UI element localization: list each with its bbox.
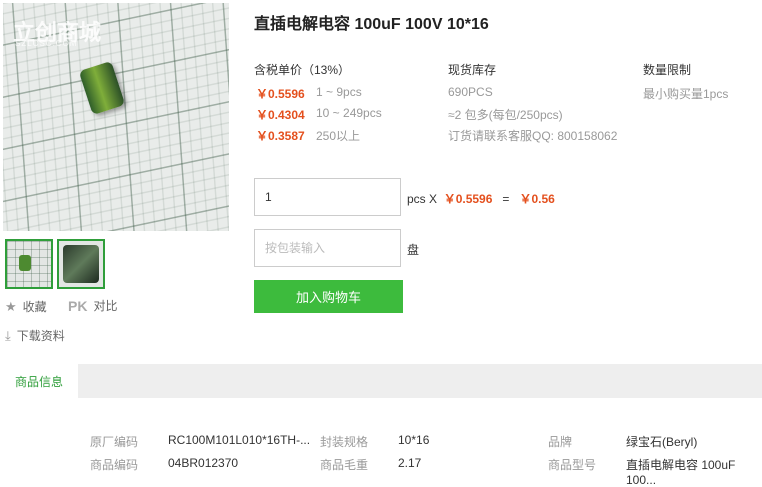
info-value: 04BR012370 xyxy=(168,456,239,470)
thumbnail-capacitor xyxy=(19,255,31,271)
stock-amount: 690PCS xyxy=(448,85,493,99)
tier-1-price: ￥0.5596 xyxy=(256,87,305,101)
star-icon: ★ xyxy=(5,298,17,314)
download-icon: ⤓ xyxy=(5,327,11,343)
info-value: 绿宝石(Beryl) xyxy=(626,435,698,449)
stock-packs: ≈2 包多(每包/250pcs) xyxy=(448,108,563,122)
watermark-subtitle: SZLCSC.COM xyxy=(15,39,78,48)
info-label: 封装规格 xyxy=(320,435,369,449)
quantity-input[interactable] xyxy=(254,178,401,216)
favorite-button[interactable]: ★ 收藏 xyxy=(5,298,47,315)
compare-label: 对比 xyxy=(93,299,118,313)
pack-input[interactable] xyxy=(254,229,401,267)
favorite-label: 收藏 xyxy=(22,300,47,314)
tier-3-price: ￥0.3587 xyxy=(256,129,305,143)
info-label: 商品编码 xyxy=(90,458,139,472)
total-price: ￥0.56 xyxy=(519,192,555,206)
info-label: 商品型号 xyxy=(548,458,597,472)
tier-3-qty: 250以上 xyxy=(316,129,361,143)
info-value: RC100M101L010*16TH-... xyxy=(168,433,311,447)
tier-2-qty: 10 ~ 249pcs xyxy=(316,106,382,120)
stock-header: 现货库存 xyxy=(448,63,497,77)
info-label: 原厂编码 xyxy=(90,435,139,449)
add-to-cart-button[interactable]: 加入购物车 xyxy=(254,280,403,313)
info-value: 10*16 xyxy=(398,433,430,447)
stock-contact: 订货请联系客服QQ: 800158062 xyxy=(448,129,618,143)
info-value: 2.17 xyxy=(398,456,422,470)
download-button[interactable]: ⤓ 下载资料 xyxy=(5,327,65,344)
tier-2-price: ￥0.4304 xyxy=(256,108,305,122)
thumbnail-package xyxy=(63,245,99,283)
info-label: 商品毛重 xyxy=(320,458,369,472)
unit-label: pcs X xyxy=(407,192,438,206)
purchase-limit: 最小购买量1pcs xyxy=(643,87,729,101)
price-calculation: pcs X ￥0.5596 = ￥0.56 xyxy=(407,190,555,207)
product-title: 直插电解电容 100uF 100V 10*16 xyxy=(254,16,489,33)
equals-sign: = xyxy=(502,192,510,206)
info-label: 品牌 xyxy=(548,435,573,449)
limit-header: 数量限制 xyxy=(643,63,692,77)
tier-1-qty: 1 ~ 9pcs xyxy=(316,85,362,99)
thumbnail-2[interactable] xyxy=(57,239,105,289)
tab-bar xyxy=(0,364,762,398)
unit-price: ￥0.5596 xyxy=(443,192,493,206)
product-main-image[interactable]: 立创商城 SZLCSC.COM xyxy=(3,3,229,231)
price-header: 含税单价（13%） xyxy=(254,63,351,77)
pk-icon: PK xyxy=(68,297,88,314)
thumbnail-1[interactable] xyxy=(5,239,53,289)
pack-unit: 盘 xyxy=(407,243,420,257)
download-label: 下载资料 xyxy=(16,329,65,343)
compare-button[interactable]: PK 对比 xyxy=(68,297,117,314)
info-value: 直插电解电容 100uF 100... xyxy=(626,458,736,487)
tab-product-info[interactable]: 商品信息 xyxy=(0,364,78,398)
